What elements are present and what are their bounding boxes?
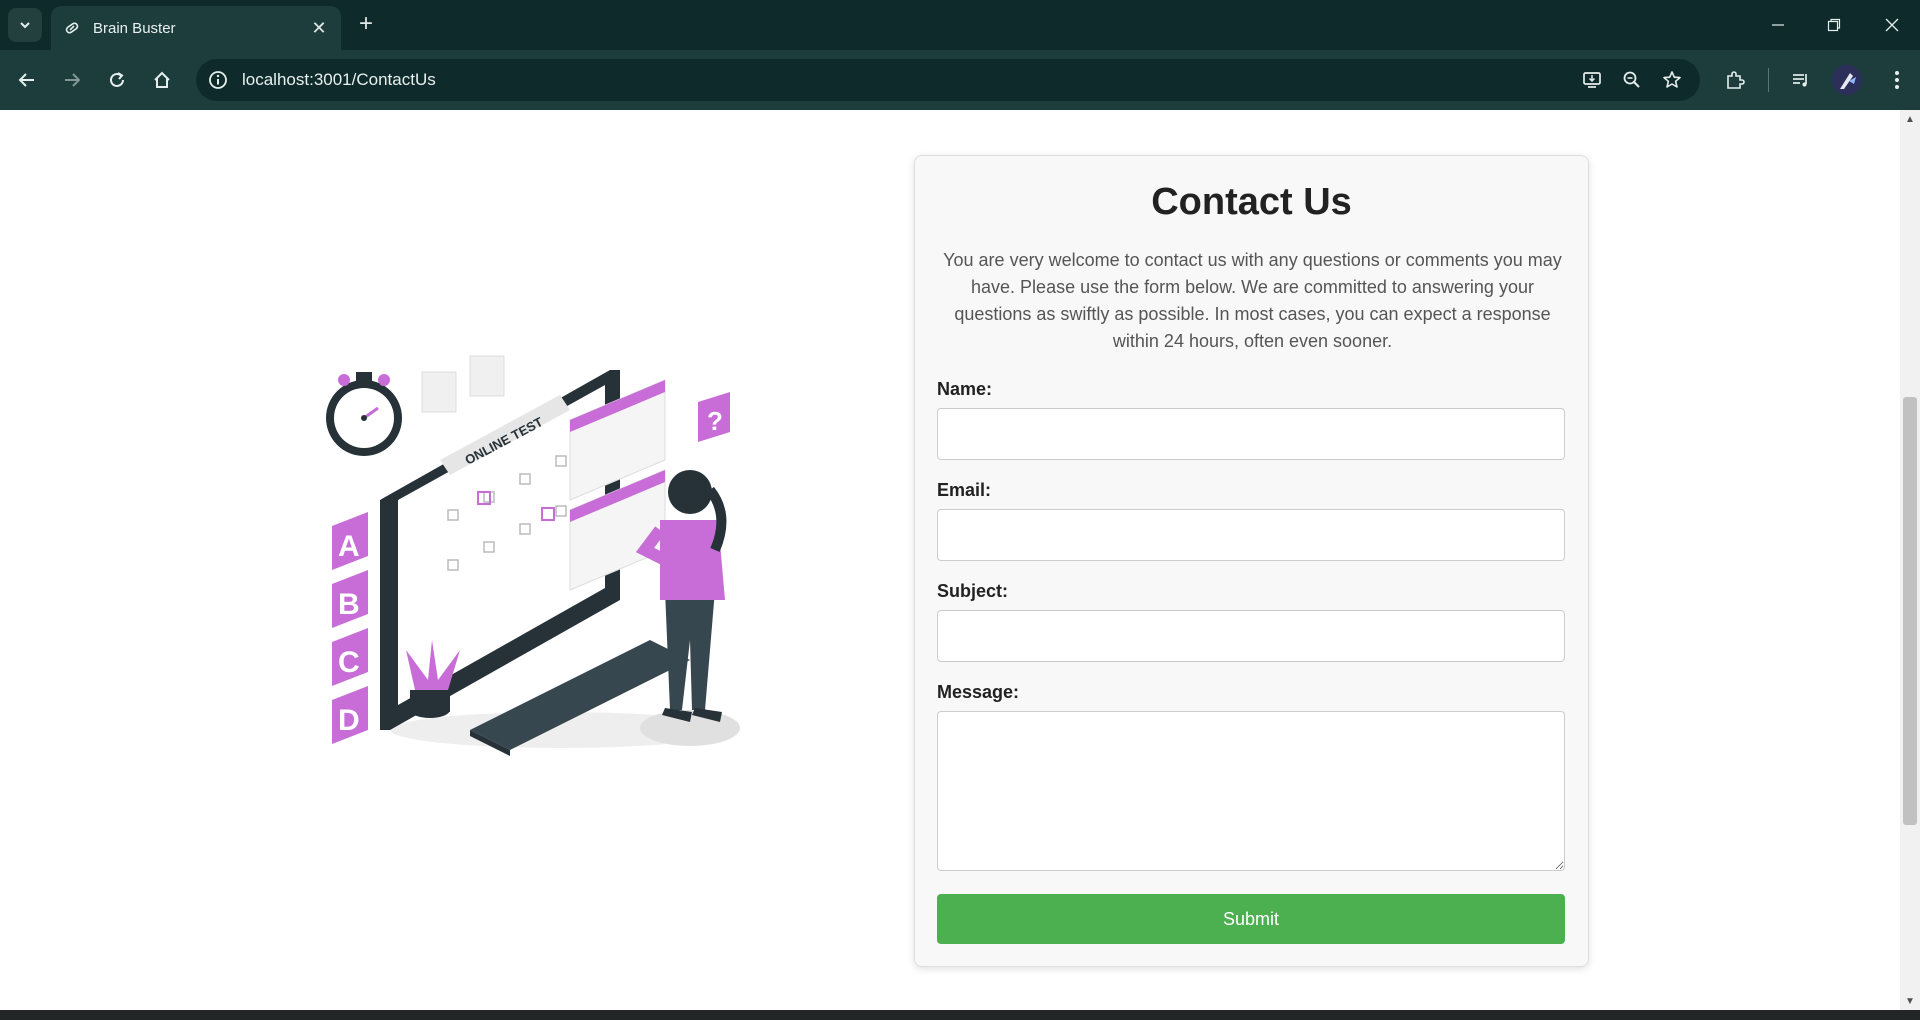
chevron-down-icon (20, 22, 30, 29)
restore-window-button[interactable] (1814, 10, 1854, 40)
tab-search-button[interactable] (8, 8, 42, 42)
message-label: Message: (937, 682, 1020, 702)
svg-text:?: ? (707, 406, 723, 436)
tab-close-icon[interactable]: ✕ (309, 18, 329, 39)
online-test-illustration-image: ONLINE TEST ? A B C D (326, 355, 740, 756)
install-app-icon[interactable] (1580, 68, 1604, 92)
extensions-button[interactable] (1720, 65, 1750, 95)
contact-form-card: Contact Us You are very welcome to conta… (914, 155, 1589, 967)
toolbar-separator (1768, 68, 1769, 92)
minimize-window-button[interactable] (1758, 10, 1798, 40)
minimize-icon (1772, 24, 1784, 26)
address-bar[interactable]: localhost:3001/ContactUs (196, 59, 1700, 101)
scroll-up-arrow-icon[interactable]: ▲ (1904, 114, 1916, 126)
url-text: localhost:3001/ContactUs (242, 70, 436, 89)
subject-label: Subject: (937, 581, 1009, 601)
email-label: Email: (937, 480, 992, 500)
online-test-illustration: ONLINE TEST ? A B C D (320, 350, 760, 770)
profile-avatar[interactable] (1832, 65, 1862, 95)
puzzle-icon (1727, 71, 1745, 89)
more-vertical-icon (1895, 71, 1899, 89)
message-textarea[interactable] (937, 711, 1565, 871)
new-tab-button[interactable]: + (352, 11, 380, 39)
restore-icon (1827, 18, 1841, 32)
zoom-icon[interactable] (1620, 68, 1644, 92)
name-input[interactable] (937, 408, 1565, 460)
home-icon (154, 71, 170, 88)
intro-text: You are very welcome to contact us with … (943, 250, 1562, 351)
back-button[interactable] (12, 65, 42, 95)
media-controls-button[interactable] (1786, 65, 1816, 95)
svg-text:B: B (338, 588, 360, 621)
arrow-right-icon (65, 73, 81, 87)
scroll-down-arrow-icon[interactable]: ▼ (1904, 996, 1916, 1008)
close-icon (1885, 18, 1899, 32)
browser-menu-button[interactable] (1882, 65, 1912, 95)
browser-tab-strip: Brain Buster ✕ + (0, 0, 1920, 50)
footer-edge (0, 1010, 1920, 1020)
site-info-icon[interactable] (206, 68, 230, 92)
svg-text:A: A (338, 530, 360, 563)
home-button[interactable] (147, 65, 177, 95)
bookmark-star-icon[interactable] (1660, 68, 1684, 92)
arrow-left-icon (18, 73, 34, 87)
close-window-button[interactable] (1872, 10, 1912, 40)
name-label: Name: (937, 379, 993, 399)
reload-icon (110, 72, 124, 87)
browser-tab-active[interactable]: Brain Buster ✕ (51, 6, 341, 50)
email-input[interactable] (937, 509, 1565, 561)
playlist-music-icon (1793, 74, 1807, 87)
tab-title: Brain Buster (93, 19, 176, 37)
browser-toolbar: localhost:3001/ContactUs (0, 50, 1920, 110)
svg-text:D: D (338, 704, 360, 737)
svg-text:C: C (338, 646, 360, 679)
scrollbar-thumb[interactable] (1903, 397, 1917, 825)
profile-avatar-icon (1832, 65, 1862, 95)
subject-input[interactable] (937, 610, 1565, 662)
submit-button[interactable]: Submit (937, 894, 1565, 944)
brain-buster-favicon-icon (63, 19, 81, 37)
reload-button[interactable] (102, 65, 132, 95)
forward-button[interactable] (57, 65, 87, 95)
page-title: Contact Us (1151, 181, 1352, 223)
